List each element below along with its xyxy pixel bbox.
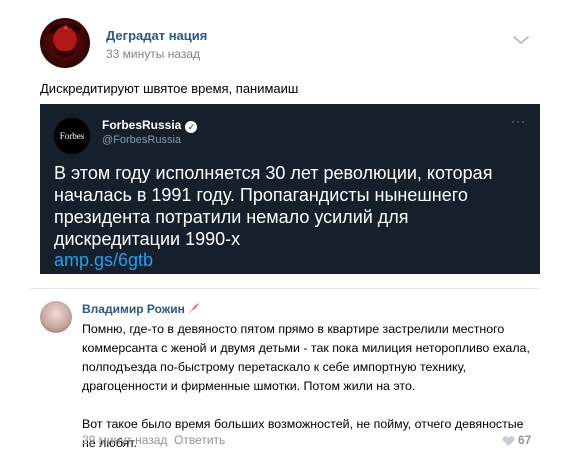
post-timestamp[interactable]: 33 минуты назад — [106, 47, 200, 61]
comment-author-link[interactable]: Владимир Рожин — [82, 302, 185, 316]
divider — [30, 288, 540, 289]
tweet-author-name: ForbesRussia ✓ — [102, 118, 198, 133]
tweet-avatar: Forbes — [54, 118, 90, 154]
feather-icon — [188, 302, 200, 314]
star-icon: ★ — [62, 23, 70, 32]
tweet-link: amp.gs/6gtb — [54, 250, 154, 270]
post-text: Дискредитируют швятое время, панимаиш — [40, 81, 299, 96]
tweet-body: В этом году исполняется 30 лет революции… — [54, 163, 493, 249]
comment-timestamp[interactable]: 29 минут назад — [82, 433, 167, 447]
reply-button[interactable]: Ответить — [174, 433, 225, 447]
tweet-handle: @ForbesRussia — [102, 134, 182, 146]
like-count[interactable]: 67 — [518, 433, 531, 447]
group-name-link[interactable]: Деградат нация — [106, 28, 207, 43]
tweet-more-icon: ··· — [511, 114, 526, 128]
post-header: ★ Деградат нация 33 минуты назад — [40, 18, 540, 68]
chevron-down-icon[interactable] — [512, 34, 530, 46]
verified-badge-icon: ✓ — [185, 121, 198, 133]
tweet-screenshot[interactable]: Forbes ForbesRussia ✓ @ForbesRussia ··· В… — [40, 104, 540, 274]
comment-avatar[interactable] — [40, 301, 72, 333]
group-avatar[interactable]: ★ — [40, 18, 90, 68]
tweet-author-name-text: ForbesRussia — [102, 118, 182, 132]
comment-paragraph-1: Помню, где-то в девяносто пятом прямо в … — [82, 322, 530, 393]
heart-icon[interactable] — [502, 435, 515, 447]
